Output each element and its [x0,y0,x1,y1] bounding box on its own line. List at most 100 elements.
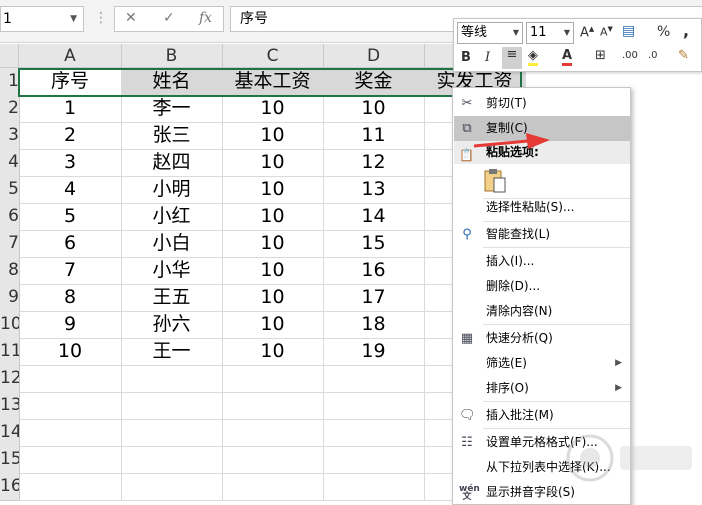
empty-cell[interactable] [323,473,425,501]
font-color-icon[interactable]: A [562,48,573,66]
name-box[interactable]: 1 ▼ [0,6,84,32]
table-cell[interactable]: 小白 [121,230,223,258]
empty-cell[interactable] [121,446,223,474]
table-cell[interactable]: 8 [19,284,122,312]
table-cell[interactable]: 10 [222,95,324,123]
center-align-icon[interactable]: ≡ [502,47,522,69]
comma-style-icon[interactable]: , [683,21,689,40]
empty-cell[interactable] [222,419,324,447]
empty-cell[interactable] [323,392,425,420]
table-cell[interactable]: 7 [19,257,122,285]
table-cell[interactable]: 王五 [121,284,223,312]
empty-cell[interactable] [19,365,122,393]
menu-item-filter[interactable]: 筛选(E) ▶ [454,351,630,376]
empty-cell[interactable] [19,446,122,474]
select-all-corner[interactable] [0,44,19,68]
empty-cell[interactable] [323,365,425,393]
menu-item-insert-comment[interactable]: 🗨 插入批注(M) [454,403,630,428]
table-cell[interactable]: 16 [323,257,425,285]
row-header[interactable]: 10 [0,311,20,339]
decrease-decimal-icon[interactable]: .0 [648,50,658,61]
menu-item-insert[interactable]: 插入(I)... [454,249,630,274]
table-cell[interactable]: 5 [19,203,122,231]
enter-icon[interactable]: ✓ [163,10,175,26]
increase-decimal-icon[interactable]: .00 [622,50,638,61]
table-cell[interactable]: 2 [19,122,122,150]
table-cell[interactable]: 孙六 [121,311,223,339]
row-header[interactable]: 11 [0,338,20,366]
chevron-down-icon[interactable]: ▼ [513,23,519,43]
empty-cell[interactable] [121,392,223,420]
empty-cell[interactable] [19,419,122,447]
empty-cell[interactable] [323,446,425,474]
row-header[interactable]: 6 [0,203,20,231]
table-cell[interactable]: 4 [19,176,122,204]
table-cell[interactable]: 14 [323,203,425,231]
row-header[interactable]: 3 [0,122,20,150]
table-cell[interactable]: 6 [19,230,122,258]
table-cell[interactable]: 10 [222,203,324,231]
bold-icon[interactable]: B [461,50,471,65]
table-cell[interactable]: 小红 [121,203,223,231]
italic-icon[interactable]: I [485,50,490,65]
row-header[interactable]: 13 [0,392,20,420]
row-header[interactable]: 16 [0,473,20,501]
table-cell[interactable]: 10 [222,338,324,366]
table-cell[interactable]: 12 [323,149,425,177]
table-cell[interactable]: 小明 [121,176,223,204]
table-cell[interactable]: 10 [222,257,324,285]
font-name-box[interactable]: 等线 ▼ [457,22,523,44]
paste-icon[interactable] [483,168,507,194]
empty-cell[interactable] [121,365,223,393]
table-cell[interactable]: 13 [323,176,425,204]
table-cell[interactable]: 1 [19,95,122,123]
row-header[interactable]: 9 [0,284,20,312]
row-header[interactable]: 15 [0,446,20,474]
table-cell[interactable]: 赵四 [121,149,223,177]
menu-item-clear-contents[interactable]: 清除内容(N) [454,299,630,324]
row-header[interactable]: 7 [0,230,20,258]
column-header-d[interactable]: D [323,44,425,68]
table-cell[interactable]: 10 [222,149,324,177]
table-cell[interactable]: 王一 [121,338,223,366]
table-cell[interactable]: 15 [323,230,425,258]
table-cell[interactable]: 10 [222,230,324,258]
borders-icon[interactable]: ⊞ [595,48,606,63]
column-header-c[interactable]: C [222,44,324,68]
table-cell[interactable]: 19 [323,338,425,366]
empty-cell[interactable] [19,473,122,501]
row-header[interactable]: 1 [0,68,20,96]
table-cell[interactable]: 小华 [121,257,223,285]
format-painter-icon[interactable]: ✎ [678,48,689,63]
table-cell[interactable]: 张三 [121,122,223,150]
empty-cell[interactable] [222,392,324,420]
column-header-b[interactable]: B [121,44,223,68]
menu-item-quick-analysis[interactable]: ▦ 快速分析(Q) [454,326,630,351]
row-header[interactable]: 8 [0,257,20,285]
fill-color-icon[interactable]: ◈ [528,48,538,66]
empty-cell[interactable] [121,419,223,447]
table-cell[interactable]: 10 [19,338,122,366]
table-cell[interactable]: 10 [222,176,324,204]
table-cell[interactable]: 李一 [121,95,223,123]
row-header[interactable]: 4 [0,149,20,177]
row-header[interactable]: 2 [0,95,20,123]
menu-item-delete[interactable]: 删除(D)... [454,274,630,299]
chevron-down-icon[interactable]: ▼ [70,7,77,31]
table-cell[interactable]: 10 [222,122,324,150]
font-size-box[interactable]: 11 ▼ [526,22,574,44]
insert-function-icon[interactable]: fx [199,10,212,26]
empty-cell[interactable] [19,392,122,420]
table-cell[interactable]: 10 [222,284,324,312]
empty-cell[interactable] [323,419,425,447]
row-header[interactable]: 5 [0,176,20,204]
menu-item-paste-special[interactable]: 选择性粘贴(S)... [454,195,630,220]
menu-item-smart-lookup[interactable]: ⚲ 智能查找(L) [454,222,630,247]
empty-cell[interactable] [121,473,223,501]
cancel-icon[interactable]: ✕ [125,10,137,26]
menu-item-sort[interactable]: 排序(O) ▶ [454,376,630,401]
chevron-down-icon[interactable]: ▼ [564,23,570,43]
table-cell[interactable]: 10 [323,95,425,123]
table-cell[interactable]: 3 [19,149,122,177]
row-header[interactable]: 14 [0,419,20,447]
